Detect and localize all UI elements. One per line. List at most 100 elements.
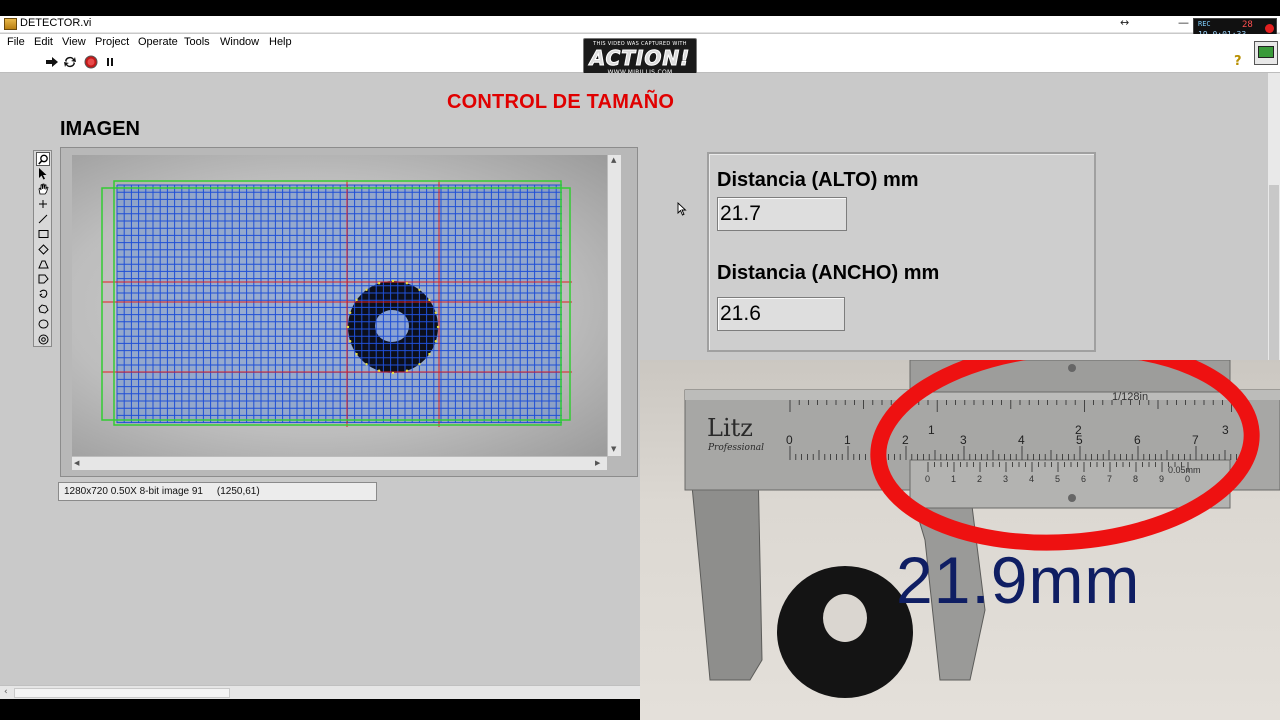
caliper-brand-sub: Professional (707, 443, 764, 453)
inch-scale-number: 1 (928, 423, 935, 437)
main-scale-number: 2 (902, 433, 909, 447)
image-display[interactable] (72, 155, 607, 456)
rotated-rectangle-tool-icon[interactable] (36, 242, 50, 256)
menu-window[interactable]: Window (220, 36, 259, 48)
main-scale-number: 1 (844, 433, 851, 447)
mouse-cursor-icon (677, 201, 687, 220)
line-tool-icon[interactable] (36, 212, 50, 226)
vernier-scale-number: 5 (1055, 474, 1060, 484)
freehand-tool-icon[interactable] (36, 287, 50, 301)
edge-point (405, 282, 409, 285)
menu-view[interactable]: View (62, 36, 86, 48)
rectangle-tool-icon[interactable] (36, 227, 50, 241)
broken-line-tool-icon[interactable] (36, 332, 50, 346)
context-help-icon[interactable]: ? (1234, 54, 1242, 69)
vi-connector-icon[interactable] (1254, 41, 1278, 65)
vernier-scale-number: 0 (925, 474, 930, 484)
vernier-scale-number: 1 (951, 474, 956, 484)
run-continuously-icon[interactable] (63, 55, 77, 69)
zoom-tool-icon[interactable] (36, 152, 50, 166)
inch-scale-number: 3 (1222, 423, 1229, 437)
edge-point (377, 282, 381, 285)
scroll-thumb[interactable] (14, 688, 230, 698)
screen: DETECTOR.vi ↔ — REC 28 19 0:01:33 File E… (0, 0, 1280, 720)
inch-scale-label: 1/128in (1112, 391, 1148, 403)
edge-point (346, 325, 350, 329)
title-bar: DETECTOR.vi ↔ — (0, 16, 1280, 33)
scroll-down-arrow-icon[interactable]: ▼ (611, 445, 616, 453)
edge-point (355, 352, 358, 356)
vernier-scale-number: 0 (1185, 474, 1190, 484)
alto-label: Distancia (ALTO) mm (717, 169, 919, 191)
menu-tools[interactable]: Tools (184, 36, 210, 48)
main-scale-number: 4 (1018, 433, 1025, 447)
point-tool-icon[interactable] (36, 197, 50, 211)
caliper-reading: 21.9mm (896, 543, 1141, 617)
edge-point (418, 288, 421, 291)
edge-point (428, 352, 431, 356)
vernier-scale-number: 7 (1107, 474, 1112, 484)
image-info-bar: 1280x720 0.50X 8-bit image 91 (1250,61) (58, 482, 377, 501)
menu-operate[interactable]: Operate (138, 36, 178, 48)
labview-app-icon (4, 18, 17, 30)
inspection-overlay (101, 180, 572, 427)
scroll-up-arrow-icon[interactable]: ▲ (611, 156, 616, 164)
ancho-indicator: 21.6 (717, 297, 845, 331)
caliper-brand: Litz (707, 414, 753, 442)
edge-point (391, 371, 395, 375)
selection-arrow-icon[interactable] (36, 167, 50, 181)
run-arrow-icon[interactable] (45, 55, 59, 69)
freehand-region-tool-icon[interactable] (36, 302, 50, 316)
main-scale-number: 6 (1134, 433, 1141, 447)
edge-point (391, 279, 395, 283)
main-scale-number: 7 (1192, 433, 1199, 447)
edge-point (418, 363, 421, 366)
edge-point (365, 363, 368, 366)
vernier-scale-number: 4 (1029, 474, 1034, 484)
top-black-bar (0, 0, 1280, 16)
annulus-tool-icon[interactable] (36, 257, 50, 271)
menu-help[interactable]: Help (269, 36, 292, 48)
scroll-right-arrow-icon[interactable]: ▶ (595, 459, 600, 467)
edge-point (434, 311, 437, 314)
watermark-brand: ACTION! (589, 46, 691, 70)
edge-point (436, 325, 440, 329)
image-horizontal-scrollbar[interactable]: ◀ ▶ (72, 456, 607, 470)
scroll-left-icon[interactable]: ‹ (4, 687, 8, 697)
caliper-illustration: 012345678 123 01234567890 Litz Professio… (684, 360, 1280, 698)
resize-arrows-icon[interactable]: ↔ (1120, 16, 1129, 29)
abort-execution-icon[interactable] (84, 55, 98, 69)
scroll-left-arrow-icon[interactable]: ◀ (74, 459, 79, 467)
menu-file[interactable]: File (7, 36, 25, 48)
edge-point (365, 288, 368, 291)
oval-tool-icon[interactable] (36, 317, 50, 331)
edge-point (405, 369, 409, 372)
page-title: CONTROL DE TAMAÑO (447, 91, 675, 113)
edge-point (349, 311, 352, 314)
main-scale-number: 0 (786, 433, 793, 447)
vernier-scale-number: 3 (1003, 474, 1008, 484)
recorder-fps: 28 (1242, 20, 1253, 30)
menu-edit[interactable]: Edit (34, 36, 53, 48)
image-label: IMAGEN (60, 118, 140, 140)
image-tool-palette (33, 150, 52, 347)
window-title: DETECTOR.vi (20, 17, 92, 29)
pan-hand-icon[interactable] (36, 182, 50, 196)
pause-icon[interactable] (103, 55, 117, 69)
image-vertical-scrollbar[interactable]: ▲ ▼ (607, 155, 621, 456)
edge-point (428, 298, 431, 302)
edge-point (355, 298, 358, 302)
ancho-label: Distancia (ANCHO) mm (717, 262, 940, 284)
recorder-label: REC (1198, 20, 1211, 28)
edge-point (434, 340, 437, 343)
minimize-icon[interactable]: — (1178, 16, 1189, 29)
caliper-photo: 012345678 123 01234567890 Litz Professio… (640, 360, 1280, 720)
bottom-black-bar (0, 699, 640, 720)
main-scale-number: 3 (960, 433, 967, 447)
edge-point (377, 369, 381, 372)
polygon-tool-icon[interactable] (36, 272, 50, 286)
vernier-scale-number: 6 (1081, 474, 1086, 484)
vernier-scale-number: 9 (1159, 474, 1164, 484)
menu-project[interactable]: Project (95, 36, 129, 48)
panel-horizontal-scrollbar[interactable]: ‹ (0, 685, 640, 699)
